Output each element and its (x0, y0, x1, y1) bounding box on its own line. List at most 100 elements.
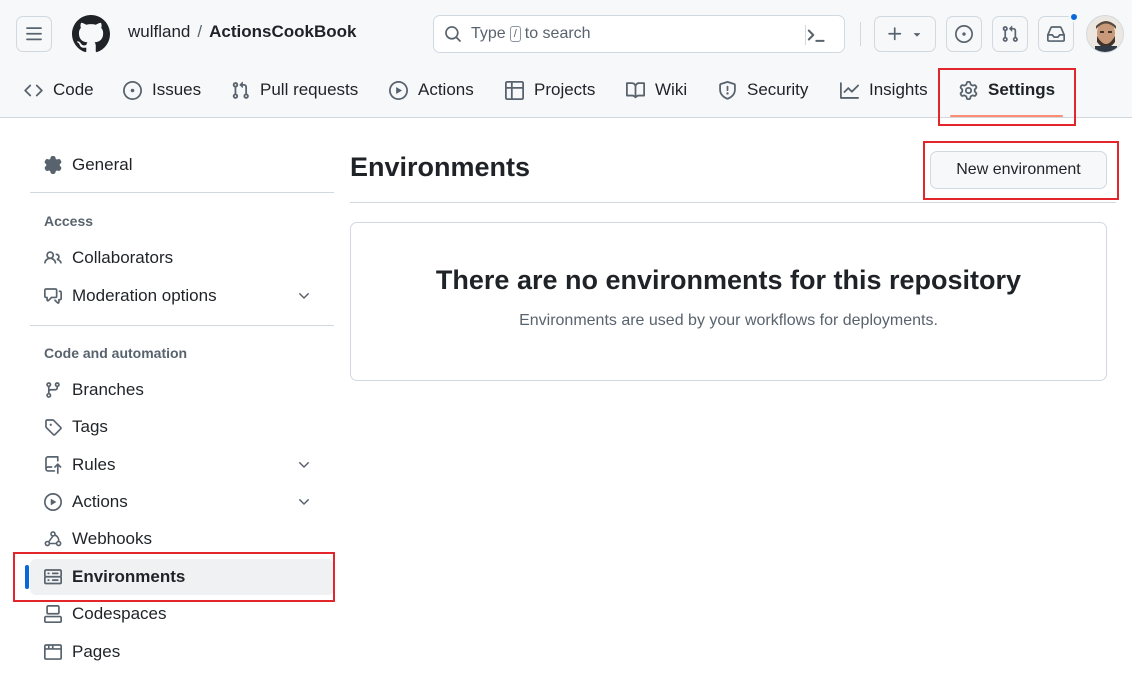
repo-push-icon (45, 456, 62, 474)
codespaces-icon (44, 605, 62, 623)
issues-button[interactable] (946, 16, 982, 52)
sidebar-item-label: Pages (72, 642, 121, 661)
sidebar-item-label: General (72, 155, 133, 174)
sidebar-item-label: Actions (72, 492, 128, 511)
repo-name-link[interactable]: ActionsCookBook (209, 22, 356, 41)
tag-icon (45, 419, 62, 436)
unread-indicator (1069, 12, 1079, 22)
git-pull-request-icon (232, 81, 249, 99)
breadcrumb: wulfland / ActionsCookBook (128, 22, 356, 42)
tab-security[interactable]: Security (718, 70, 808, 110)
sidebar-item-label: Moderation options (72, 286, 217, 305)
page-title: Environments (350, 152, 531, 182)
sidebar-divider (30, 192, 334, 193)
tab-code[interactable]: Code (24, 70, 94, 110)
book-icon (626, 81, 645, 98)
empty-state-description: Environments are used by your workflows … (519, 312, 938, 329)
sidebar-item-label: Rules (72, 455, 116, 474)
tab-label: Code (53, 80, 94, 99)
table-icon (505, 80, 524, 100)
issue-opened-icon (123, 80, 142, 100)
tab-label: Security (747, 80, 809, 99)
command-palette-icon[interactable] (805, 24, 827, 46)
sidebar-item-codespaces[interactable]: Codespaces (30, 596, 334, 632)
sidebar-item-label: Branches (72, 380, 144, 399)
sidebar-item-environments[interactable]: Environments (30, 559, 334, 595)
sidebar-item-tags[interactable]: Tags (30, 409, 334, 445)
browser-icon (44, 644, 62, 660)
plus-icon (888, 27, 902, 41)
shield-icon (719, 80, 736, 100)
menu-button[interactable] (16, 16, 52, 52)
tab-label: Projects (534, 80, 596, 99)
gear-icon (959, 80, 978, 100)
sidebar-item-branches[interactable]: Branches (30, 372, 334, 408)
repo-owner-link[interactable]: wulfland (128, 22, 190, 41)
chevron-down-icon (299, 462, 309, 468)
tab-label: Wiki (655, 80, 688, 99)
sidebar-selected-indicator (25, 565, 29, 589)
slash-key-hint: / (509, 26, 521, 42)
sidebar-heading-code-automation: Code and automation (44, 345, 188, 361)
notifications-button[interactable] (1038, 16, 1074, 52)
search-placeholder-prefix: Type (471, 25, 506, 42)
tab-label: Settings (988, 80, 1056, 99)
breadcrumb-separator: / (197, 22, 203, 41)
github-logo-icon[interactable] (72, 15, 110, 53)
tab-settings[interactable]: Settings (959, 70, 1055, 110)
create-new-button[interactable] (874, 16, 936, 52)
sidebar-divider (30, 325, 334, 326)
sidebar-item-moderation[interactable]: Moderation options (30, 278, 334, 314)
header-divider (860, 22, 861, 46)
play-icon (44, 493, 62, 511)
empty-state-box: There are no environments for this repos… (350, 222, 1107, 381)
code-icon (24, 84, 43, 96)
tab-label: Pull requests (260, 80, 359, 99)
search-icon (445, 26, 461, 42)
tab-label: Insights (869, 80, 928, 99)
sidebar-item-label: Webhooks (72, 529, 153, 548)
sidebar-item-label: Codespaces (72, 604, 167, 623)
tab-label: Actions (418, 80, 474, 99)
tab-issues[interactable]: Issues (123, 70, 201, 110)
empty-state-title: There are no environments for this repos… (435, 265, 1022, 295)
sidebar-item-pages[interactable]: Pages (30, 634, 334, 670)
chevron-down-icon (299, 293, 309, 299)
sidebar-item-label: Tags (72, 417, 108, 436)
git-pull-request-icon (1002, 25, 1018, 42)
sidebar-item-rules[interactable]: Rules (30, 447, 334, 483)
sidebar-item-general[interactable]: General (30, 147, 334, 183)
sidebar-item-collaborators[interactable]: Collaborators (30, 240, 334, 276)
comment-discussion-icon (44, 288, 62, 304)
sidebar-heading-access: Access (44, 213, 94, 229)
gear-icon (44, 156, 62, 174)
search-placeholder-suffix: to search (524, 25, 591, 42)
search-input[interactable]: Type / to search (433, 15, 845, 53)
issue-opened-icon (955, 25, 973, 43)
new-environment-button[interactable]: New environment (930, 151, 1107, 189)
server-icon (44, 569, 62, 585)
sidebar-item-webhooks[interactable]: Webhooks (30, 521, 334, 557)
chevron-down-icon (299, 499, 309, 505)
hamburger-icon (26, 27, 42, 41)
tab-wiki[interactable]: Wiki (626, 70, 687, 110)
tab-actions[interactable]: Actions (389, 70, 474, 110)
triangle-down-icon (913, 33, 921, 37)
sidebar-item-label: Environments (72, 567, 186, 586)
tab-projects[interactable]: Projects (505, 70, 595, 110)
webhook-icon (44, 531, 62, 547)
people-icon (44, 251, 62, 264)
pull-requests-button[interactable] (992, 16, 1028, 52)
avatar[interactable] (1086, 15, 1124, 53)
active-tab-indicator (950, 115, 1063, 117)
git-branch-icon (46, 382, 60, 398)
tab-insights[interactable]: Insights (840, 70, 928, 110)
tab-label: Issues (152, 80, 202, 99)
graph-icon (840, 81, 859, 99)
sidebar-item-actions[interactable]: Actions (30, 484, 334, 520)
title-divider (350, 202, 1116, 203)
sidebar-item-label: Collaborators (72, 248, 174, 267)
play-icon (389, 80, 408, 100)
inbox-icon (1047, 26, 1065, 42)
tab-pull-requests[interactable]: Pull requests (231, 70, 358, 110)
